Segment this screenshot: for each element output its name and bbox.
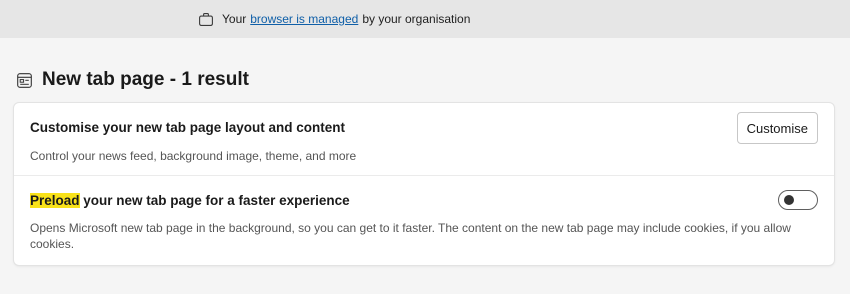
- search-match-highlight: Preload: [30, 193, 80, 208]
- customise-setting-title: Customise your new tab page layout and c…: [30, 120, 346, 135]
- managed-banner-suffix: by your organisation: [362, 12, 471, 26]
- preload-setting-description: Opens Microsoft new tab page in the back…: [30, 221, 791, 251]
- section-header: New tab page - 1 result: [16, 58, 249, 102]
- preload-setting-title: Preload your new tab page for a faster e…: [30, 193, 350, 208]
- managed-browser-banner: Your browser is managed by your organisa…: [0, 0, 850, 38]
- toggle-knob: [784, 195, 794, 205]
- managed-banner-prefix: Your: [222, 12, 247, 26]
- preload-toggle[interactable]: [778, 190, 818, 210]
- briefcase-icon: [198, 11, 214, 27]
- settings-card: Customise your new tab page layout and c…: [14, 103, 834, 265]
- preload-setting-title-text: your new tab page for a faster experienc…: [79, 193, 350, 208]
- customise-button[interactable]: Customise: [736, 112, 818, 144]
- customise-setting-row: Customise your new tab page layout and c…: [14, 103, 834, 176]
- preload-setting-row: Preload your new tab page for a faster e…: [14, 176, 834, 265]
- customise-setting-description: Control your news feed, background image…: [30, 149, 357, 163]
- browser-managed-link[interactable]: browser is managed: [250, 12, 358, 26]
- page-title: New tab page - 1 result: [42, 69, 249, 90]
- new-tab-page-icon: [16, 72, 32, 88]
